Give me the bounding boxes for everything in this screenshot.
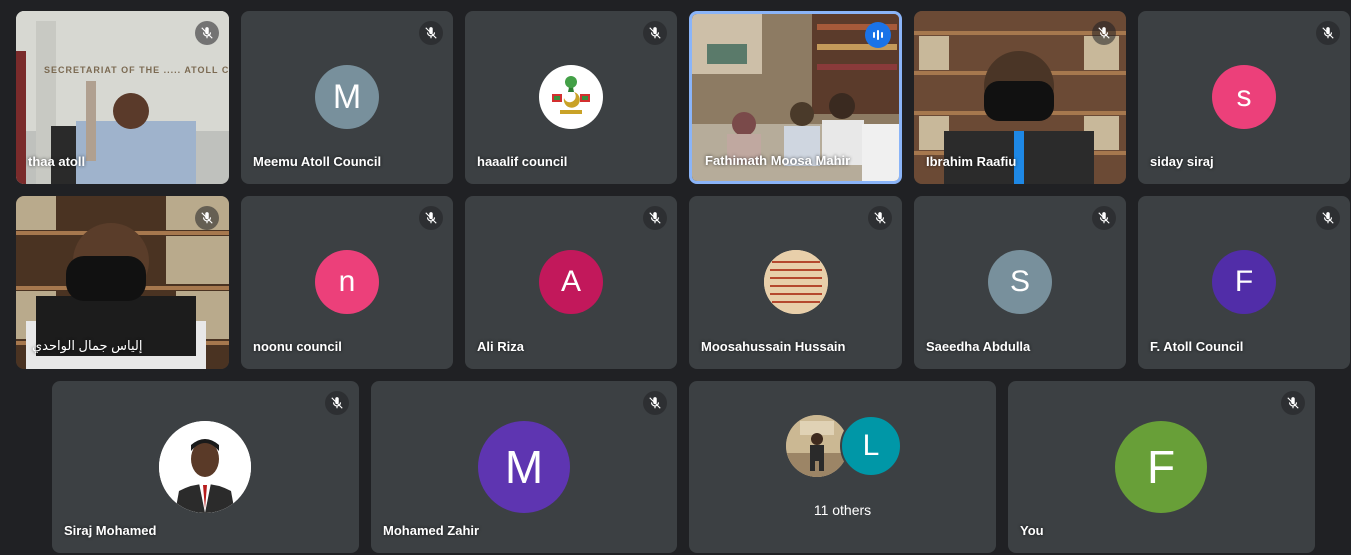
avatar: A xyxy=(539,250,603,314)
participant-name: haaalif council xyxy=(477,154,568,169)
participant-tile-saeedha[interactable]: S Saeedha Abdulla xyxy=(914,196,1126,369)
participant-name: You xyxy=(1020,523,1044,538)
participant-tile-meemu[interactable]: M Meemu Atoll Council xyxy=(241,11,453,184)
mic-off-icon xyxy=(1092,21,1116,45)
mic-off-icon xyxy=(325,391,349,415)
participant-name: Saeedha Abdulla xyxy=(926,339,1031,354)
mic-off-icon xyxy=(643,21,667,45)
avatar: L xyxy=(840,415,902,477)
participant-name: إلياس جمال الواحدي xyxy=(32,338,143,353)
participant-name: Ibrahim Raafiu xyxy=(926,154,1017,169)
participant-tile-siraj[interactable]: Siraj Mohamed xyxy=(52,381,359,553)
avatar xyxy=(764,250,828,314)
participant-tile-you[interactable]: F You xyxy=(1008,381,1315,553)
mic-off-icon xyxy=(1316,21,1340,45)
maldives-emblem-icon xyxy=(552,76,590,114)
participant-tile-haalif[interactable]: haaalif council xyxy=(465,11,677,184)
avatar: M xyxy=(478,421,570,513)
avatar: s xyxy=(1212,65,1276,129)
avatar xyxy=(159,421,251,513)
avatar: S xyxy=(988,250,1052,314)
avatar xyxy=(539,65,603,129)
participant-tile-moosahussain[interactable]: Moosahussain Hussain xyxy=(689,196,902,369)
mic-off-icon xyxy=(419,21,443,45)
participant-name: Ali Riza xyxy=(477,339,524,354)
participant-name: Meemu Atoll Council xyxy=(253,154,382,169)
avatar: M xyxy=(315,65,379,129)
participant-tile-ibrahim[interactable]: Ibrahim Raafiu xyxy=(914,11,1126,184)
participant-tile-fathimath[interactable]: Fathimath Moosa Mahir xyxy=(689,11,902,184)
participant-tile-ali[interactable]: A Ali Riza xyxy=(465,196,677,369)
participant-name: Siraj Mohamed xyxy=(64,523,157,538)
participant-name: F. Atoll Council xyxy=(1150,339,1244,354)
avatar: F xyxy=(1115,421,1207,513)
participant-tile-ilyas[interactable]: إلياس جمال الواحدي xyxy=(16,196,229,369)
council-banner: SECRETARIAT OF THE ..... ATOLL COUNCIL xyxy=(44,65,229,75)
others-tile[interactable]: L 11 others xyxy=(689,381,996,553)
mic-off-icon xyxy=(195,21,219,45)
mic-off-icon xyxy=(1281,391,1305,415)
mic-off-icon xyxy=(868,206,892,230)
others-count: 11 others xyxy=(813,502,872,518)
participant-tile-f-atoll[interactable]: F F. Atoll Council xyxy=(1138,196,1350,369)
mic-off-icon xyxy=(195,206,219,230)
participant-name: Fathimath Moosa Mahir xyxy=(705,153,851,168)
mic-off-icon xyxy=(1092,206,1116,230)
mic-off-icon xyxy=(1316,206,1340,230)
mic-off-icon xyxy=(643,391,667,415)
mic-off-icon xyxy=(643,206,667,230)
participant-name: Mohamed Zahir xyxy=(383,523,480,538)
participant-name: noonu council xyxy=(253,339,342,354)
participant-tile-thaa-atoll[interactable]: SECRETARIAT OF THE ..... ATOLL COUNCIL t… xyxy=(16,11,229,184)
profile-photo xyxy=(786,415,848,477)
participant-tile-zahir[interactable]: M Mohamed Zahir xyxy=(371,381,677,553)
audio-level-icon xyxy=(865,22,891,48)
participant-tile-siday[interactable]: s siday siraj xyxy=(1138,11,1350,184)
avatar: F xyxy=(1212,250,1276,314)
mic-off-icon xyxy=(419,206,443,230)
avatar xyxy=(786,415,848,477)
participant-name: thaa atoll xyxy=(28,154,86,169)
avatar: n xyxy=(315,250,379,314)
participant-name: siday siraj xyxy=(1150,154,1214,169)
profile-photo xyxy=(159,421,251,513)
manuscript-image xyxy=(764,250,828,314)
participant-name: Moosahussain Hussain xyxy=(701,339,846,354)
participant-tile-noonu[interactable]: n noonu council xyxy=(241,196,453,369)
